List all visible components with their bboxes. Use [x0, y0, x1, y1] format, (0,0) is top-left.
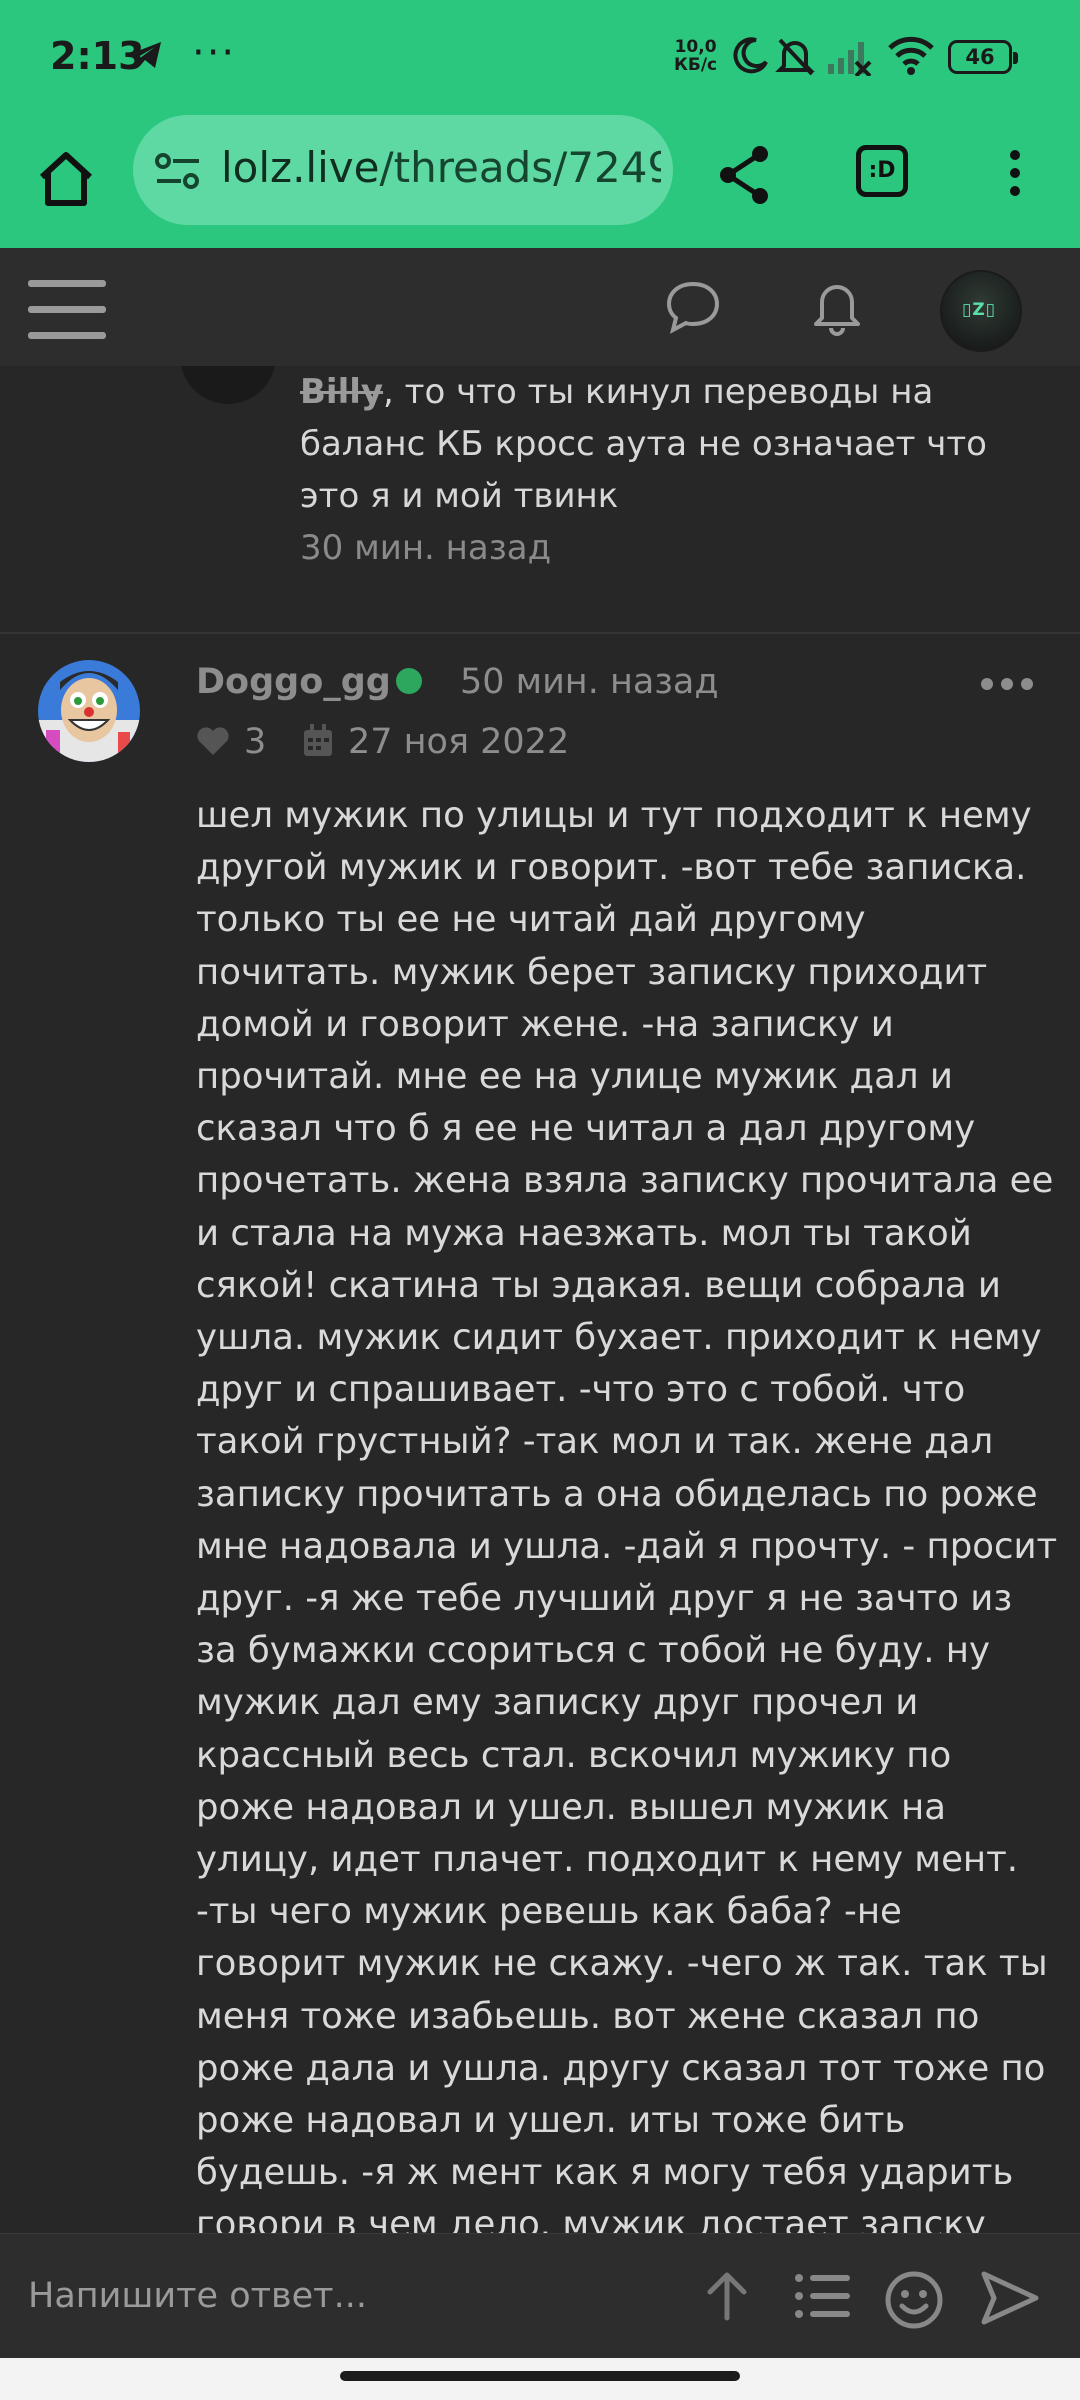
net-speed-value: 10,0 — [674, 37, 717, 57]
hamburger-icon — [28, 280, 106, 339]
browser-toolbar: lolz.live/threads/7249 :D — [0, 115, 1080, 248]
calendar-icon — [302, 724, 334, 762]
arrow-up-icon — [707, 2272, 747, 2321]
wifi-icon — [888, 36, 934, 80]
extension-button[interactable]: :D — [856, 145, 908, 197]
reply-avatar[interactable] — [180, 366, 276, 404]
url-text[interactable]: lolz.live/threads/7249 — [221, 143, 661, 192]
browser-menu-button[interactable] — [1000, 145, 1030, 209]
post-divider — [0, 632, 1080, 634]
hamburger-menu-button[interactable] — [28, 276, 108, 346]
reply-mention[interactable]: Billy — [300, 372, 383, 412]
more-horizontal-icon — [981, 678, 1033, 690]
gesture-handle[interactable] — [340, 2371, 740, 2381]
bell-off-icon — [774, 36, 816, 82]
status-overflow-indicator: ··· — [192, 30, 237, 76]
reply-comment-body: , то что ты кинул переводы на баланс КБ … — [300, 372, 987, 516]
share-icon — [720, 146, 768, 204]
more-vertical-icon — [1010, 150, 1020, 196]
net-speed: 10,0 КБ/с — [674, 38, 717, 74]
send-icon — [981, 2271, 1039, 2325]
post-author-username[interactable]: Doggo_gg — [196, 662, 391, 702]
telegram-icon — [128, 40, 164, 74]
clown-avatar-image — [38, 660, 140, 762]
send-button[interactable] — [980, 2270, 1040, 2330]
bell-icon — [814, 285, 860, 336]
user-avatar-button[interactable]: ▯Z▯ — [940, 270, 1022, 352]
conversations-button[interactable] — [664, 278, 722, 340]
registration-date: 27 ноя 2022 — [348, 722, 570, 762]
format-list-button[interactable] — [794, 2270, 852, 2326]
reply-input[interactable]: Напишите ответ... — [28, 2276, 367, 2316]
avatar-logo-icon: ▯Z▯ — [962, 300, 997, 320]
post-options-button[interactable] — [980, 676, 1034, 695]
signal-icon — [826, 36, 872, 80]
share-button[interactable] — [710, 140, 780, 214]
emoji-button[interactable] — [884, 2270, 944, 2334]
net-speed-unit: КБ/с — [674, 55, 718, 75]
battery-icon: 46 — [948, 40, 1018, 74]
home-icon — [39, 152, 93, 206]
system-navigation-bar — [0, 2358, 1080, 2400]
url-bar[interactable]: lolz.live/threads/7249 — [133, 115, 673, 225]
site-header: ▯Z▯ — [0, 248, 1080, 366]
reply-comment-text: Billy, то что ты кинул переводы на балан… — [300, 366, 1040, 522]
smiley-icon — [885, 2271, 943, 2329]
reply-timestamp[interactable]: 30 мин. назад — [300, 528, 551, 568]
online-status-indicator — [396, 668, 422, 694]
chat-bubble-icon — [666, 281, 720, 334]
scroll-up-button[interactable] — [702, 2270, 752, 2326]
post-timestamp[interactable]: 50 мин. назад — [460, 662, 719, 702]
status-bar: 2:13 ··· 10,0 КБ/с 46 — [0, 0, 1080, 115]
site-settings-icon[interactable] — [153, 151, 203, 195]
home-button[interactable] — [30, 143, 102, 215]
likes-count: 3 — [244, 722, 267, 762]
url-domain: lolz.live — [221, 143, 380, 192]
reply-composer: Напишите ответ... — [0, 2233, 1080, 2358]
post-body-text: шел мужик по улицы и тут подходит к нему… — [196, 795, 1058, 2233]
list-icon — [795, 2274, 850, 2318]
moon-icon — [730, 36, 770, 80]
post-author-avatar[interactable] — [38, 660, 140, 762]
url-path: /threads/7249 — [379, 143, 661, 192]
thread-content: Billy, то что ты кинул переводы на балан… — [0, 366, 1080, 2233]
heart-icon — [196, 726, 230, 760]
notifications-button[interactable] — [808, 276, 866, 342]
